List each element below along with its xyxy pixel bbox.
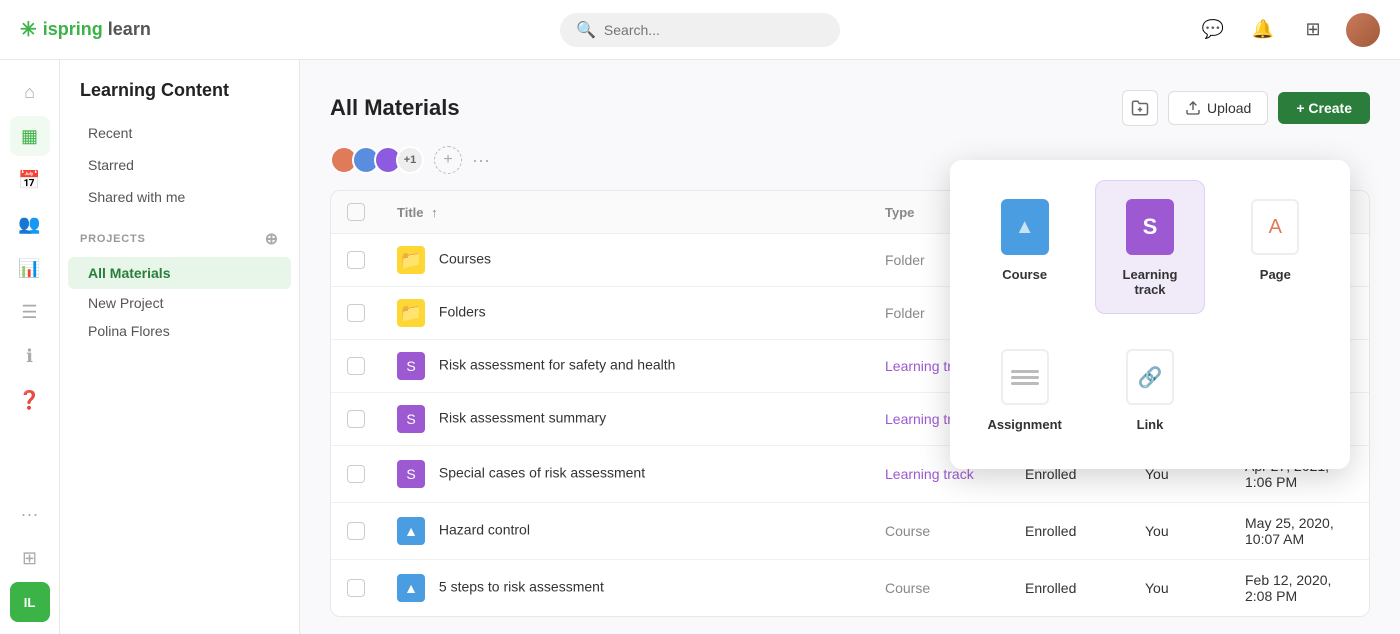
header-actions: Upload + Create bbox=[1122, 90, 1370, 126]
create-page-item[interactable]: A Page bbox=[1221, 180, 1330, 314]
rail-content[interactable]: ▦ bbox=[10, 116, 50, 156]
assignment-dropdown-label: Assignment bbox=[987, 417, 1061, 432]
user-avatar[interactable] bbox=[1346, 13, 1380, 47]
row-title[interactable]: 📁 Folders bbox=[381, 287, 869, 340]
page-dropdown-icon: A bbox=[1249, 197, 1301, 257]
create-link-item[interactable]: 🔗 Link bbox=[1095, 330, 1204, 449]
sidebar: Learning Content Recent Starred Shared w… bbox=[60, 60, 300, 634]
table-row: ▲ Hazard control Course Enrolled You May… bbox=[331, 503, 1369, 560]
create-learning-track-item[interactable]: S Learning track bbox=[1095, 180, 1204, 314]
logo: ✳ ispring learn bbox=[20, 17, 151, 42]
sidebar-item-recent[interactable]: Recent bbox=[68, 117, 291, 149]
create-course-item[interactable]: Course bbox=[970, 180, 1079, 314]
row-enrollment: Enrolled bbox=[1009, 560, 1129, 617]
rail-list[interactable]: ☰ bbox=[10, 292, 50, 332]
row-type: Folder bbox=[885, 305, 925, 321]
row-checkbox[interactable] bbox=[347, 465, 365, 483]
row-type: Folder bbox=[885, 252, 925, 268]
row-checkbox[interactable] bbox=[347, 522, 365, 540]
rail-help[interactable]: ❓ bbox=[10, 380, 50, 420]
row-modified: May 25, 2020, 10:07 AM bbox=[1229, 503, 1369, 560]
create-label: + Create bbox=[1296, 100, 1352, 116]
rail-widget[interactable]: ⊞ bbox=[10, 538, 50, 578]
more-options-button[interactable]: ··· bbox=[472, 150, 490, 171]
add-collaborator-button[interactable]: + bbox=[434, 146, 462, 174]
logo-icon: ✳ bbox=[20, 17, 37, 42]
row-checkbox[interactable] bbox=[347, 304, 365, 322]
folder-icon: 📁 bbox=[397, 246, 425, 274]
course-dropdown-label: Course bbox=[1002, 267, 1047, 282]
notification-icon[interactable]: 🔔 bbox=[1246, 13, 1280, 47]
page-header: All Materials Upload + Create bbox=[330, 90, 1370, 126]
topnav: ✳ ispring learn 🔍 💬 🔔 ⊞ bbox=[0, 0, 1400, 60]
sidebar-item-new-project[interactable]: New Project bbox=[68, 289, 291, 317]
folder-icon: 📁 bbox=[397, 299, 425, 327]
upload-label: Upload bbox=[1207, 100, 1251, 116]
course-icon: ▲ bbox=[397, 517, 425, 545]
rail-analytics[interactable]: 📊 bbox=[10, 248, 50, 288]
sidebar-item-shared[interactable]: Shared with me bbox=[68, 181, 291, 213]
learning-track-icon: S bbox=[397, 352, 425, 380]
title-header[interactable]: Title ↑ bbox=[381, 191, 869, 234]
row-owner: You bbox=[1129, 560, 1229, 617]
course-icon: ▲ bbox=[397, 574, 425, 602]
table-row: ▲ 5 steps to risk assessment Course Enro… bbox=[331, 560, 1369, 617]
apps-icon[interactable]: ⊞ bbox=[1296, 13, 1330, 47]
row-owner: You bbox=[1129, 503, 1229, 560]
link-dropdown-label: Link bbox=[1137, 417, 1164, 432]
rail-calendar[interactable]: 📅 bbox=[10, 160, 50, 200]
row-checkbox[interactable] bbox=[347, 357, 365, 375]
search-bar[interactable]: 🔍 bbox=[560, 13, 840, 47]
sidebar-section-projects: PROJECTS ⊕ bbox=[60, 213, 299, 257]
avatar-stack: +1 bbox=[330, 146, 424, 174]
row-type[interactable]: Course bbox=[885, 580, 930, 596]
create-assignment-item[interactable]: Assignment bbox=[970, 330, 1079, 449]
row-checkbox[interactable] bbox=[347, 251, 365, 269]
row-title[interactable]: S Risk assessment summary bbox=[381, 393, 869, 446]
course-dropdown-icon bbox=[999, 197, 1051, 257]
page-dropdown-label: Page bbox=[1260, 267, 1291, 282]
link-dropdown-icon: 🔗 bbox=[1124, 347, 1176, 407]
row-type[interactable]: Course bbox=[885, 523, 930, 539]
row-title[interactable]: ▲ Hazard control bbox=[381, 503, 869, 560]
user-initials-badge[interactable]: IL bbox=[10, 582, 50, 622]
logo-text: ispring learn bbox=[43, 19, 151, 40]
rail-home[interactable]: ⌂ bbox=[10, 72, 50, 112]
row-modified: Feb 12, 2020, 2:08 PM bbox=[1229, 560, 1369, 617]
row-checkbox[interactable] bbox=[347, 410, 365, 428]
new-folder-button[interactable] bbox=[1122, 90, 1158, 126]
page-title: All Materials bbox=[330, 95, 460, 121]
row-title[interactable]: S Risk assessment for safety and health bbox=[381, 340, 869, 393]
rail-more[interactable]: ··· bbox=[10, 494, 50, 534]
add-project-icon[interactable]: ⊕ bbox=[265, 229, 279, 249]
row-title[interactable]: ▲ 5 steps to risk assessment bbox=[381, 560, 869, 617]
row-enrollment: Enrolled bbox=[1009, 503, 1129, 560]
sort-arrow: ↑ bbox=[431, 205, 438, 220]
assignment-dropdown-icon bbox=[999, 347, 1051, 407]
select-all-header[interactable] bbox=[331, 191, 381, 234]
row-title[interactable]: S Special cases of risk assessment bbox=[381, 446, 869, 503]
topnav-icons: 💬 🔔 ⊞ bbox=[1196, 13, 1380, 47]
row-title[interactable]: 📁 Courses bbox=[381, 234, 869, 287]
sidebar-item-polina-flores[interactable]: Polina Flores bbox=[68, 317, 291, 345]
learning-track-icon: S bbox=[397, 460, 425, 488]
learning-track-icon: S bbox=[397, 405, 425, 433]
search-icon: 🔍 bbox=[576, 20, 596, 40]
sidebar-item-all-materials[interactable]: All Materials bbox=[68, 257, 291, 289]
avatar-count[interactable]: +1 bbox=[396, 146, 424, 174]
chat-icon[interactable]: 💬 bbox=[1196, 13, 1230, 47]
rail-info[interactable]: ℹ bbox=[10, 336, 50, 376]
sidebar-title: Learning Content bbox=[60, 80, 299, 117]
upload-button[interactable]: Upload bbox=[1168, 91, 1268, 125]
icon-rail: ⌂ ▦ 📅 👥 📊 ☰ ℹ ❓ ··· ⊞ IL bbox=[0, 60, 60, 634]
row-checkbox[interactable] bbox=[347, 579, 365, 597]
search-input[interactable] bbox=[604, 22, 824, 38]
sidebar-item-starred[interactable]: Starred bbox=[68, 149, 291, 181]
select-all-checkbox[interactable] bbox=[347, 203, 365, 221]
rail-users[interactable]: 👥 bbox=[10, 204, 50, 244]
learning-track-dropdown-label: Learning track bbox=[1108, 267, 1191, 297]
create-dropdown: Course S Learning track A Page Assignmen… bbox=[950, 160, 1350, 469]
learning-track-dropdown-icon: S bbox=[1124, 197, 1176, 257]
create-button[interactable]: + Create bbox=[1278, 92, 1370, 124]
